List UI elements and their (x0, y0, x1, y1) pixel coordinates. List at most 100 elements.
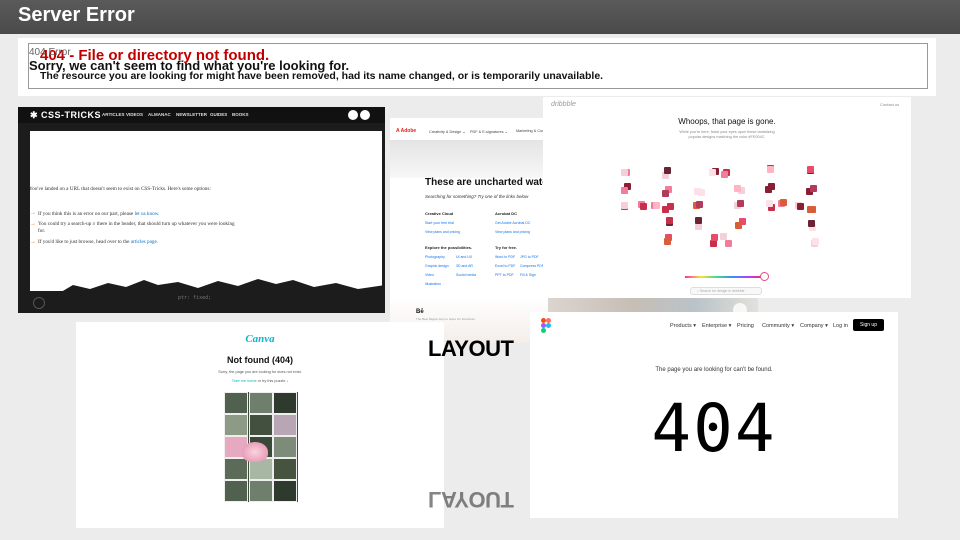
adobe-link[interactable]: UI and UX (456, 255, 472, 259)
shot-tile[interactable] (737, 200, 744, 207)
adobe-link[interactable]: PPT to PDF (495, 273, 514, 277)
csstricks-nav-item[interactable]: NEWSLETTER (176, 112, 207, 117)
shot-tile[interactable] (621, 202, 628, 209)
adobe-nav-item[interactable]: Marketing & Com (516, 129, 545, 133)
figma-logo-icon[interactable] (541, 318, 551, 334)
adobe-link[interactable]: Video (425, 273, 434, 277)
shot-tile[interactable] (725, 240, 732, 247)
play-icon[interactable] (33, 297, 45, 309)
shot-tile[interactable] (807, 166, 814, 173)
shot-tile[interactable] (711, 234, 718, 241)
figma-nav-pricing[interactable]: Pricing (737, 323, 754, 329)
adobe-nav-item[interactable]: PDF & E-signatures ⌄ (470, 129, 508, 134)
shot-tile[interactable] (797, 203, 804, 210)
adobe-link[interactable]: Fill & Sign (520, 273, 536, 277)
puzzle-piece[interactable] (273, 436, 297, 458)
shot-tile[interactable] (695, 217, 702, 224)
shot-tile[interactable] (662, 190, 669, 197)
puzzle-piece[interactable] (224, 392, 248, 414)
dribbble-error-title: Whoops, that page is gone. (678, 117, 776, 126)
adobe-link[interactable]: Excel to PDF (495, 264, 515, 268)
puzzle-piece[interactable] (248, 414, 273, 436)
figma-nav-products[interactable]: Products ▾ (670, 323, 696, 329)
shot-tile[interactable] (640, 203, 647, 210)
adobe-link[interactable]: Compress PDF (520, 264, 544, 268)
page-title: Server Error (18, 4, 135, 26)
shot-tile[interactable] (767, 166, 774, 173)
layout-label: LAYOUT (428, 336, 514, 361)
adobe-link[interactable]: JPG to PDF (520, 255, 539, 259)
shot-tile[interactable] (720, 233, 727, 240)
let-us-know-link[interactable]: let us know. (135, 211, 160, 217)
shot-tile[interactable] (808, 220, 815, 227)
puzzle-piece[interactable] (224, 414, 248, 436)
csstricks-logo[interactable]: ✱ CSS-TRICKS (30, 110, 101, 121)
puzzle-piece[interactable] (224, 458, 248, 480)
adobe-link[interactable]: Illustration (425, 282, 441, 286)
puzzle-piece[interactable] (224, 480, 248, 502)
csstricks-nav-item[interactable]: GUIDES (210, 112, 227, 117)
shot-tile[interactable] (664, 238, 671, 245)
shot-tile[interactable] (812, 238, 819, 245)
behance-logo[interactable]: Bē (416, 309, 424, 315)
adobe-error-subtitle: Searching for something? Try one of the … (425, 194, 529, 199)
adobe-logo[interactable]: A Adobe (396, 128, 416, 134)
take-me-home-link[interactable]: Take me home (232, 379, 257, 383)
adobe-link[interactable]: View plans and pricing (495, 230, 530, 234)
csstricks-nav-item[interactable]: ALMANAC (148, 112, 171, 117)
adobe-link[interactable]: Social media (456, 273, 476, 277)
canva-error-subtitle: Sorry, the page you are looking for does… (218, 370, 302, 374)
shot-tile[interactable] (696, 201, 703, 208)
shot-tile[interactable] (653, 202, 660, 209)
shot-tile[interactable] (721, 171, 728, 178)
adobe-link[interactable]: 3D and AR (456, 264, 473, 268)
adobe-link[interactable]: View plans and pricing (425, 230, 460, 234)
shot-tile[interactable] (667, 203, 674, 210)
shot-tile[interactable] (695, 223, 702, 230)
csstricks-nav-item[interactable]: ARTICLES (102, 112, 125, 117)
shot-tile[interactable] (664, 167, 671, 174)
adobe-link[interactable]: Start your free trial (425, 221, 454, 225)
search-icon[interactable] (348, 110, 358, 120)
shot-tile[interactable] (810, 185, 817, 192)
figma-nav-company[interactable]: Company ▾ (800, 323, 828, 329)
shot-tile[interactable] (734, 185, 741, 192)
puzzle-piece[interactable] (273, 392, 297, 414)
puzzle-piece[interactable] (248, 392, 273, 414)
shot-tile[interactable] (780, 199, 787, 206)
shot-tile[interactable] (710, 240, 717, 247)
shot-tile[interactable] (735, 222, 742, 229)
puzzle-piece[interactable] (273, 480, 297, 502)
adobe-nav-item[interactable]: Creativity & Design ⌄ (429, 129, 466, 134)
shot-tile[interactable] (666, 217, 673, 224)
adobe-link[interactable]: Get Adobe Acrobat DC (495, 221, 530, 225)
shot-tile[interactable] (709, 169, 716, 176)
canva-links: Take me home or try this puzzle ↓ (0, 379, 520, 383)
articles-page-link[interactable]: articles page. (131, 239, 158, 245)
color-slider-handle[interactable] (760, 272, 769, 281)
adobe-link[interactable]: Photography (425, 255, 445, 259)
user-icon[interactable] (360, 110, 370, 120)
figma-nav-community[interactable]: Community ▾ (762, 323, 794, 329)
adobe-link[interactable]: Word to PDF (495, 255, 515, 259)
csstricks-nav-item[interactable]: BOOKS (232, 112, 249, 117)
color-slider-track[interactable] (685, 276, 765, 278)
figma-nav-enterprise[interactable]: Enterprise ▾ (702, 323, 731, 329)
shot-tile[interactable] (698, 189, 705, 196)
shot-tile[interactable] (766, 200, 773, 207)
puzzle-piece[interactable] (248, 480, 273, 502)
dribbble-logo[interactable]: dribbble (551, 101, 576, 108)
canva-puzzle[interactable] (224, 392, 298, 502)
figma-signup-button[interactable]: Sign up (853, 319, 884, 331)
adobe-link[interactable]: Graphic design (425, 264, 449, 268)
shot-tile[interactable] (765, 186, 772, 193)
shot-tile[interactable] (809, 206, 816, 213)
contact-us-link[interactable]: Contact us (880, 102, 899, 107)
puzzle-piece[interactable] (273, 414, 297, 436)
puzzle-piece[interactable] (273, 458, 297, 480)
csstricks-nav-item[interactable]: VIDEOS (126, 112, 143, 117)
shot-tile[interactable] (621, 187, 628, 194)
shot-tile[interactable] (621, 169, 628, 176)
bullet-arrow-icon: → (30, 210, 36, 216)
figma-login-link[interactable]: Log in (833, 323, 848, 329)
